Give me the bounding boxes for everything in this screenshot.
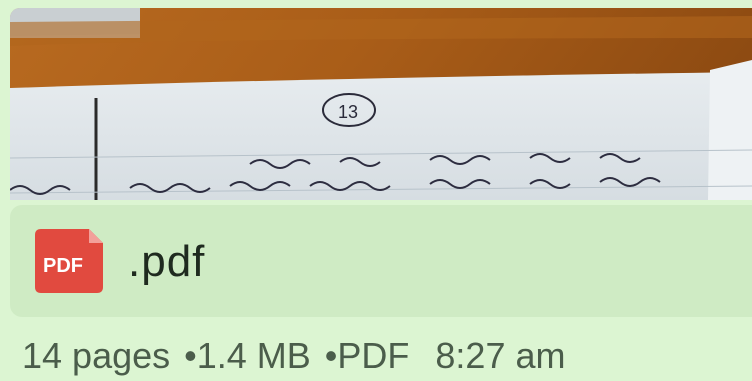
file-size: 1.4 MB <box>196 335 311 376</box>
separator-dot: • <box>184 335 197 376</box>
pdf-icon-label: PDF <box>43 255 83 277</box>
file-metadata: 14 pages •1.4 MB •PDF 8:27 am <box>22 335 565 377</box>
page-number-label: 13 <box>338 102 358 122</box>
message-bubble[interactable]: 13 PDF .pdf 14 pages •1.4 MB •PDF 8:27 am <box>0 0 752 381</box>
file-attachment-row[interactable]: PDF .pdf <box>10 205 752 317</box>
message-time: 8:27 am <box>435 335 566 376</box>
pdf-icon: PDF <box>35 229 103 293</box>
page-count: 14 pages <box>22 335 171 376</box>
handwritten-page-thumbnail: 13 <box>10 8 752 200</box>
document-preview-image[interactable]: 13 <box>10 8 752 200</box>
file-name: .pdf <box>128 237 206 286</box>
file-type: PDF <box>337 335 410 376</box>
separator-dot: • <box>324 335 338 376</box>
